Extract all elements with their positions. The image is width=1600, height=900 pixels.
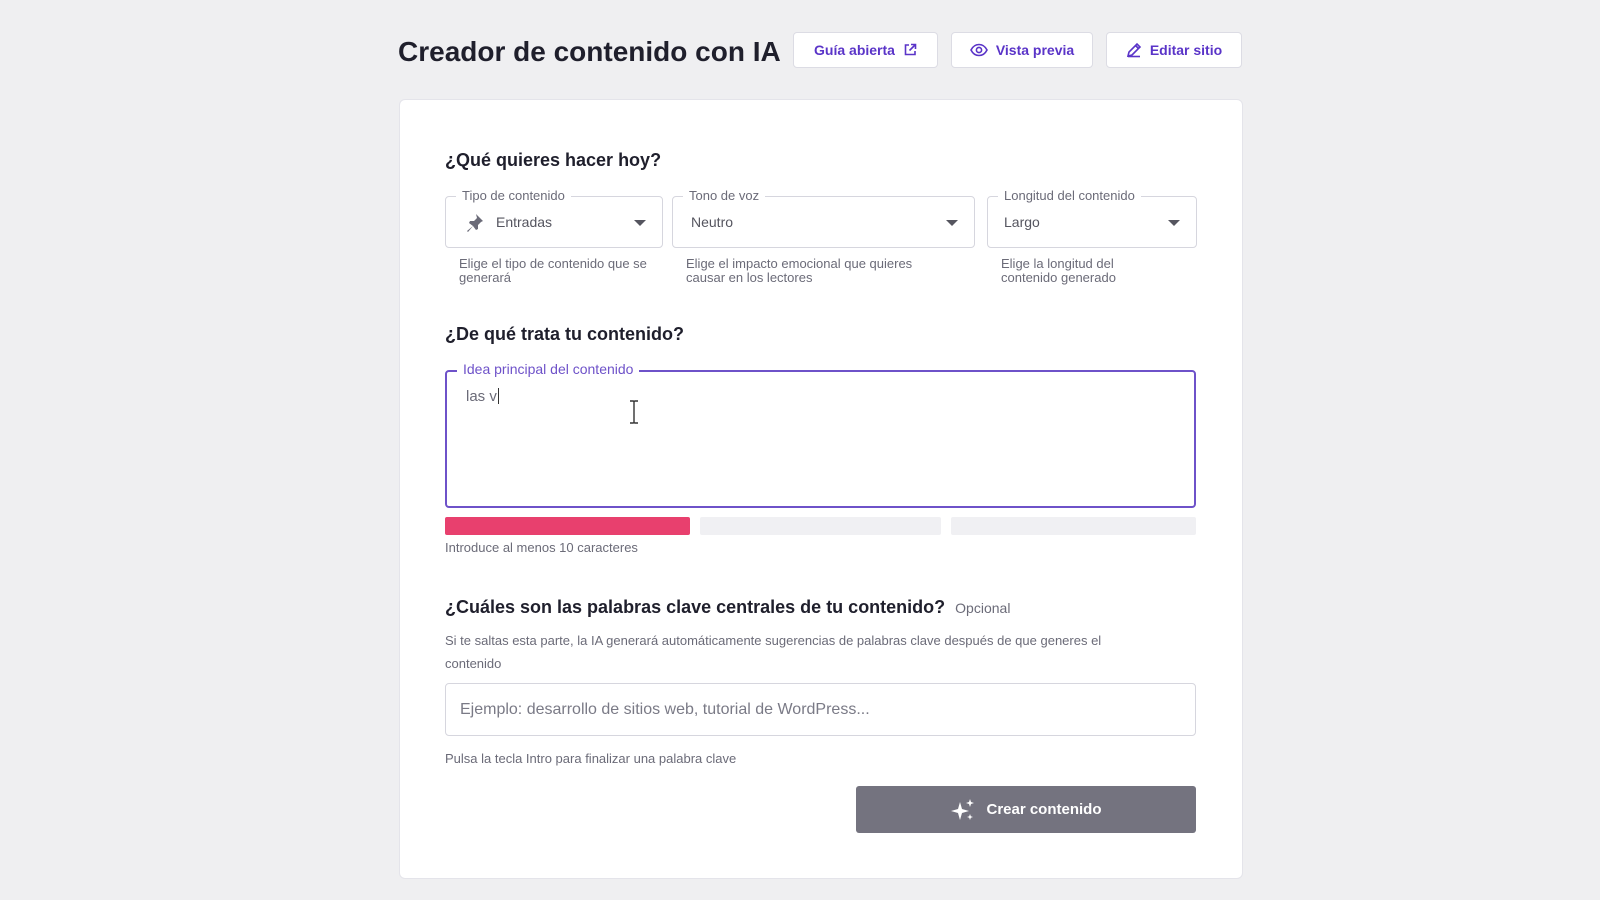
page-title: Creador de contenido con IA (398, 36, 781, 67)
section-what-to-do-title: ¿Qué quieres hacer hoy? (445, 150, 662, 170)
keywords-description: Si te saltas esta parte, la IA generará … (445, 633, 1102, 671)
strength-bar-1 (445, 517, 690, 535)
pencil-icon (1126, 42, 1141, 58)
edit-site-button-label: Editar sitio (1149, 42, 1223, 58)
main-idea-value: las v (466, 388, 497, 405)
chevron-down-icon (634, 220, 646, 226)
open-guide-button[interactable]: Guía abierta (793, 32, 938, 68)
preview-button[interactable]: Vista previa (951, 32, 1093, 68)
strength-bar-3 (951, 517, 1196, 535)
chevron-down-icon (946, 220, 958, 226)
external-link-icon (904, 43, 917, 56)
strength-bar-2 (700, 517, 941, 535)
guide-button-label: Guía abierta (814, 42, 895, 58)
content-type-value: Entradas (496, 214, 553, 230)
length-select[interactable]: Longitud del contenido Largo (987, 188, 1197, 248)
optional-badge: Opcional (955, 600, 1011, 616)
chevron-down-icon (1168, 220, 1180, 226)
tone-value: Neutro (691, 214, 734, 230)
keywords-input[interactable] (445, 683, 1196, 736)
content-type-helper: Elige el tipo de contenido que se genera… (459, 256, 647, 285)
pin-icon (467, 214, 483, 232)
length-helper: Elige la longitud del contenido generado (1001, 256, 1116, 285)
preview-button-label: Vista previa (995, 42, 1075, 58)
section-keywords-title: ¿Cuáles son las palabras clave centrales… (445, 597, 1010, 618)
tone-select[interactable]: Tono de voz Neutro (672, 188, 975, 248)
create-content-button[interactable]: Crear contenido (856, 786, 1196, 833)
min-chars-helper: Introduce al menos 10 caracteres (445, 540, 638, 555)
create-content-label: Crear contenido (986, 801, 1102, 818)
tone-helper: Elige el impacto emocional que quieres c… (686, 256, 913, 285)
ibeam-cursor-icon (630, 400, 638, 424)
edit-site-button[interactable]: Editar sitio (1106, 32, 1242, 68)
main-idea-label: Idea principal del contenido (457, 361, 640, 377)
keywords-title-text: ¿Cuáles son las palabras clave centrales… (445, 597, 946, 617)
keywords-helper: Pulsa la tecla Intro para finalizar una … (445, 751, 737, 766)
text-cursor (497, 388, 499, 404)
section-topic-title: ¿De qué trata tu contenido? (445, 324, 685, 344)
length-value: Largo (1004, 214, 1040, 230)
eye-icon (969, 43, 988, 57)
content-type-select[interactable]: Tipo de contenido Entradas (445, 188, 663, 248)
sparkle-icon (951, 798, 975, 820)
main-idea-textarea[interactable]: Idea principal del contenido las v (445, 361, 1196, 508)
